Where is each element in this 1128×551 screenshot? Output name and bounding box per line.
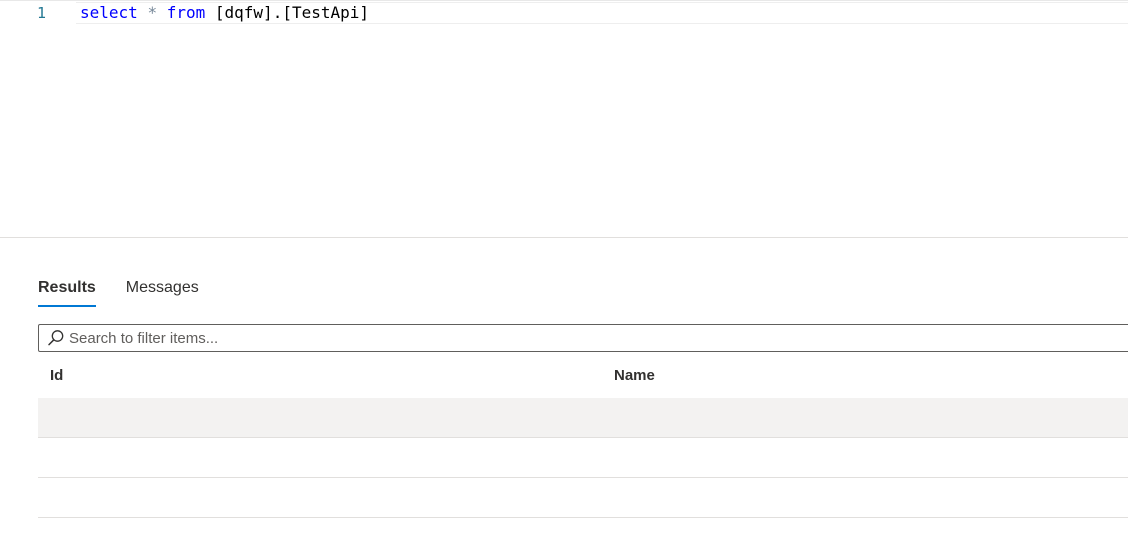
table-row[interactable] — [38, 478, 1128, 518]
table-identifier: [dqfw].[TestApi] — [214, 3, 370, 22]
search-input[interactable] — [69, 329, 1069, 347]
search-icon — [47, 329, 65, 347]
editor-top-border — [0, 0, 1128, 1]
query-editor[interactable]: 1 select * from [dqfw].[TestApi] — [0, 0, 1128, 238]
tab-messages[interactable]: Messages — [126, 277, 199, 309]
table-row[interactable] — [38, 398, 1128, 438]
code-text[interactable]: select * from [dqfw].[TestApi] — [80, 2, 369, 24]
keyword-from: from — [166, 3, 206, 22]
results-grid: Id Name — [38, 358, 1128, 518]
tab-results[interactable]: Results — [38, 277, 96, 309]
results-panel: Results Messages Id Name — [0, 239, 1128, 551]
column-header-id[interactable]: Id — [50, 367, 63, 384]
operator-star: * — [147, 3, 158, 22]
results-tabs: Results Messages — [38, 277, 229, 309]
column-header-name[interactable]: Name — [614, 367, 655, 384]
search-box[interactable] — [38, 324, 1128, 352]
code-line-1[interactable]: 1 select * from [dqfw].[TestApi] — [0, 2, 1128, 24]
keyword-select: select — [80, 3, 138, 22]
line-number: 1 — [37, 4, 47, 22]
table-row[interactable] — [38, 438, 1128, 478]
grid-header: Id Name — [38, 358, 1128, 398]
